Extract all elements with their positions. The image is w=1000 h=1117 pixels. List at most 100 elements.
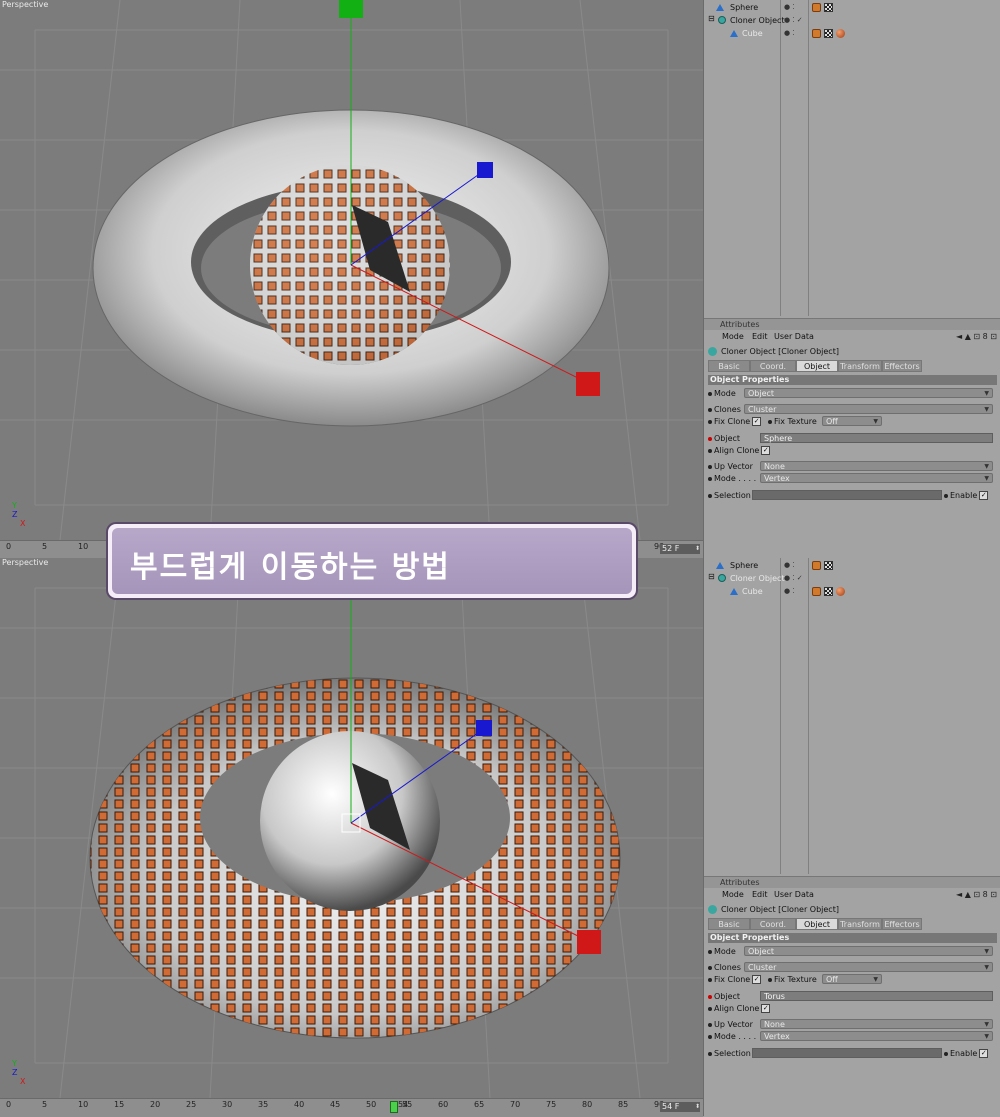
title-banner: 부드럽게 이동하는 방법: [108, 524, 636, 598]
enable-checkbox[interactable]: ✓: [979, 1049, 989, 1058]
visibility-dots-icon[interactable]: ● ⁚: [784, 561, 795, 569]
mode-dropdown[interactable]: Object ▼: [744, 946, 993, 956]
selection-field[interactable]: [752, 490, 942, 500]
object-row-cloner[interactable]: ⊟ Cloner Object ● ⁚ ✓: [704, 14, 1000, 27]
timeline[interactable]: 051015202530354045505560657075808590 54 …: [0, 1098, 703, 1117]
tab-object[interactable]: Object: [796, 918, 838, 930]
material-tag-icon[interactable]: [836, 587, 845, 596]
fix-texture-dropdown[interactable]: Off ▼: [822, 974, 882, 984]
perspective-viewport[interactable]: Perspective Y Z X: [0, 0, 703, 540]
attributes-nav-icons[interactable]: ◄ ▲ ⊡ 8 ⊡: [956, 890, 997, 899]
cloned-sphere[interactable]: [250, 165, 450, 365]
up-vector-dropdown[interactable]: None ▼: [760, 461, 993, 471]
axis-indicator: Y Z X: [12, 501, 25, 528]
tab-coord[interactable]: Coord.: [750, 360, 796, 372]
tab-transform[interactable]: Transform: [838, 360, 882, 372]
enable-checkbox[interactable]: ✓: [979, 491, 989, 500]
top-screenshot-panel: Perspective Y Z X 0510152025303540455055…: [0, 0, 1000, 559]
object-link-field[interactable]: Sphere: [760, 433, 993, 443]
timeline-playhead[interactable]: [390, 1101, 398, 1113]
menu-mode[interactable]: Mode: [722, 889, 744, 901]
chevron-down-icon: ▼: [873, 976, 878, 983]
menu-user-data[interactable]: User Data: [774, 889, 814, 901]
tab-basic[interactable]: Basic: [708, 918, 750, 930]
timeline-tick-label: 80: [582, 1100, 593, 1109]
mode2-dropdown[interactable]: Vertex ▼: [760, 473, 993, 483]
visibility-dots-icon[interactable]: ● ⁚: [784, 29, 795, 37]
clones-dropdown[interactable]: Cluster ▼: [744, 962, 993, 972]
selection-field[interactable]: [752, 1048, 942, 1058]
tab-effectors[interactable]: Effectors: [882, 360, 922, 372]
prop-enable[interactable]: Enable ✓: [944, 1048, 989, 1059]
clones-dropdown[interactable]: Cluster ▼: [744, 404, 993, 414]
phong-tag-icon[interactable]: [812, 29, 821, 38]
prop-fix-texture: Fix Texture: [768, 974, 817, 985]
texture-tag-icon[interactable]: [824, 3, 833, 12]
object-row-sphere[interactable]: Sphere ● ⁚: [704, 1, 1000, 14]
object-row-cloner[interactable]: ⊟ Cloner Object ● ⁚ ✓: [704, 572, 1000, 585]
texture-tag-icon[interactable]: [824, 587, 833, 596]
align-clone-checkbox[interactable]: ✓: [761, 1004, 771, 1013]
chevron-down-icon: ▼: [984, 1021, 989, 1028]
scene-render: [0, 0, 703, 540]
frame-stepper-icon[interactable]: ⬍: [695, 544, 700, 554]
expand-icon[interactable]: ⊟: [708, 572, 715, 581]
frame-field[interactable]: 54 F ⬍: [660, 1102, 700, 1112]
texture-tag-icon[interactable]: [824, 561, 833, 570]
prop-align-clone[interactable]: Align Clone ✓: [708, 1003, 771, 1014]
align-clone-checkbox[interactable]: ✓: [761, 446, 771, 455]
tab-object[interactable]: Object: [796, 360, 838, 372]
visibility-dots-icon[interactable]: ● ⁚ ✓: [784, 16, 803, 24]
prop-fix-clone[interactable]: Fix Clone ✓: [708, 974, 762, 985]
tab-effectors[interactable]: Effectors: [882, 918, 922, 930]
fix-clone-checkbox[interactable]: ✓: [752, 975, 762, 984]
phong-tag-icon[interactable]: [812, 587, 821, 596]
tab-coord[interactable]: Coord.: [750, 918, 796, 930]
menu-edit[interactable]: Edit: [752, 889, 768, 901]
up-vector-dropdown[interactable]: None ▼: [760, 1019, 993, 1029]
tab-basic[interactable]: Basic: [708, 360, 750, 372]
prop-clones: Clones: [708, 962, 741, 973]
material-tag-icon[interactable]: [836, 29, 845, 38]
prop-align-clone[interactable]: Align Clone ✓: [708, 445, 771, 456]
chevron-down-icon: ▼: [984, 406, 989, 413]
texture-tag-icon[interactable]: [824, 29, 833, 38]
timeline-tick-label: 45: [330, 1100, 341, 1109]
axis-indicator: Y Z X: [12, 1059, 25, 1086]
sphere-icon: [716, 4, 724, 11]
attributes-header: Attributes: [704, 319, 1000, 330]
object-row-sphere[interactable]: Sphere ● ⁚: [704, 559, 1000, 572]
phong-tag-icon[interactable]: [812, 3, 821, 12]
fix-clone-checkbox[interactable]: ✓: [752, 417, 762, 426]
prop-clones: Clones: [708, 404, 741, 415]
chevron-down-icon: ▼: [984, 390, 989, 397]
phong-tag-icon[interactable]: [812, 561, 821, 570]
object-manager: Sphere ● ⁚ ⊟ Cloner Object ● ⁚ ✓ Cube ● …: [704, 558, 1000, 874]
attributes-nav-icons[interactable]: ◄ ▲ ⊡ 8 ⊡: [956, 332, 997, 341]
menu-edit[interactable]: Edit: [752, 331, 768, 343]
object-row-cube[interactable]: Cube ● ⁚: [704, 585, 1000, 598]
attributes-title: Cloner Object [Cloner Object]: [708, 346, 839, 358]
perspective-viewport[interactable]: Perspective Y Z X: [0, 558, 703, 1098]
timeline-tick-label: 20: [150, 1100, 161, 1109]
fix-texture-dropdown[interactable]: Off ▼: [822, 416, 882, 426]
visibility-dots-icon[interactable]: ● ⁚: [784, 3, 795, 11]
timeline-tick-label: 15: [114, 1100, 125, 1109]
menu-user-data[interactable]: User Data: [774, 331, 814, 343]
frame-stepper-icon[interactable]: ⬍: [695, 1102, 700, 1112]
object-link-field[interactable]: Torus: [760, 991, 993, 1001]
menu-mode[interactable]: Mode: [722, 331, 744, 343]
column-divider: [780, 0, 781, 316]
visibility-dots-icon[interactable]: ● ⁚: [784, 587, 795, 595]
mode2-dropdown[interactable]: Vertex ▼: [760, 1031, 993, 1041]
visibility-dots-icon[interactable]: ● ⁚ ✓: [784, 574, 803, 582]
mode-dropdown[interactable]: Object ▼: [744, 388, 993, 398]
prop-fix-clone[interactable]: Fix Clone ✓: [708, 416, 762, 427]
tab-transform[interactable]: Transform: [838, 918, 882, 930]
object-row-cube[interactable]: Cube ● ⁚: [704, 27, 1000, 40]
sphere-object[interactable]: [260, 731, 440, 911]
prop-enable[interactable]: Enable ✓: [944, 490, 989, 501]
expand-icon[interactable]: ⊟: [708, 14, 715, 23]
column-divider: [808, 558, 809, 874]
frame-field[interactable]: 52 F ⬍: [660, 544, 700, 554]
